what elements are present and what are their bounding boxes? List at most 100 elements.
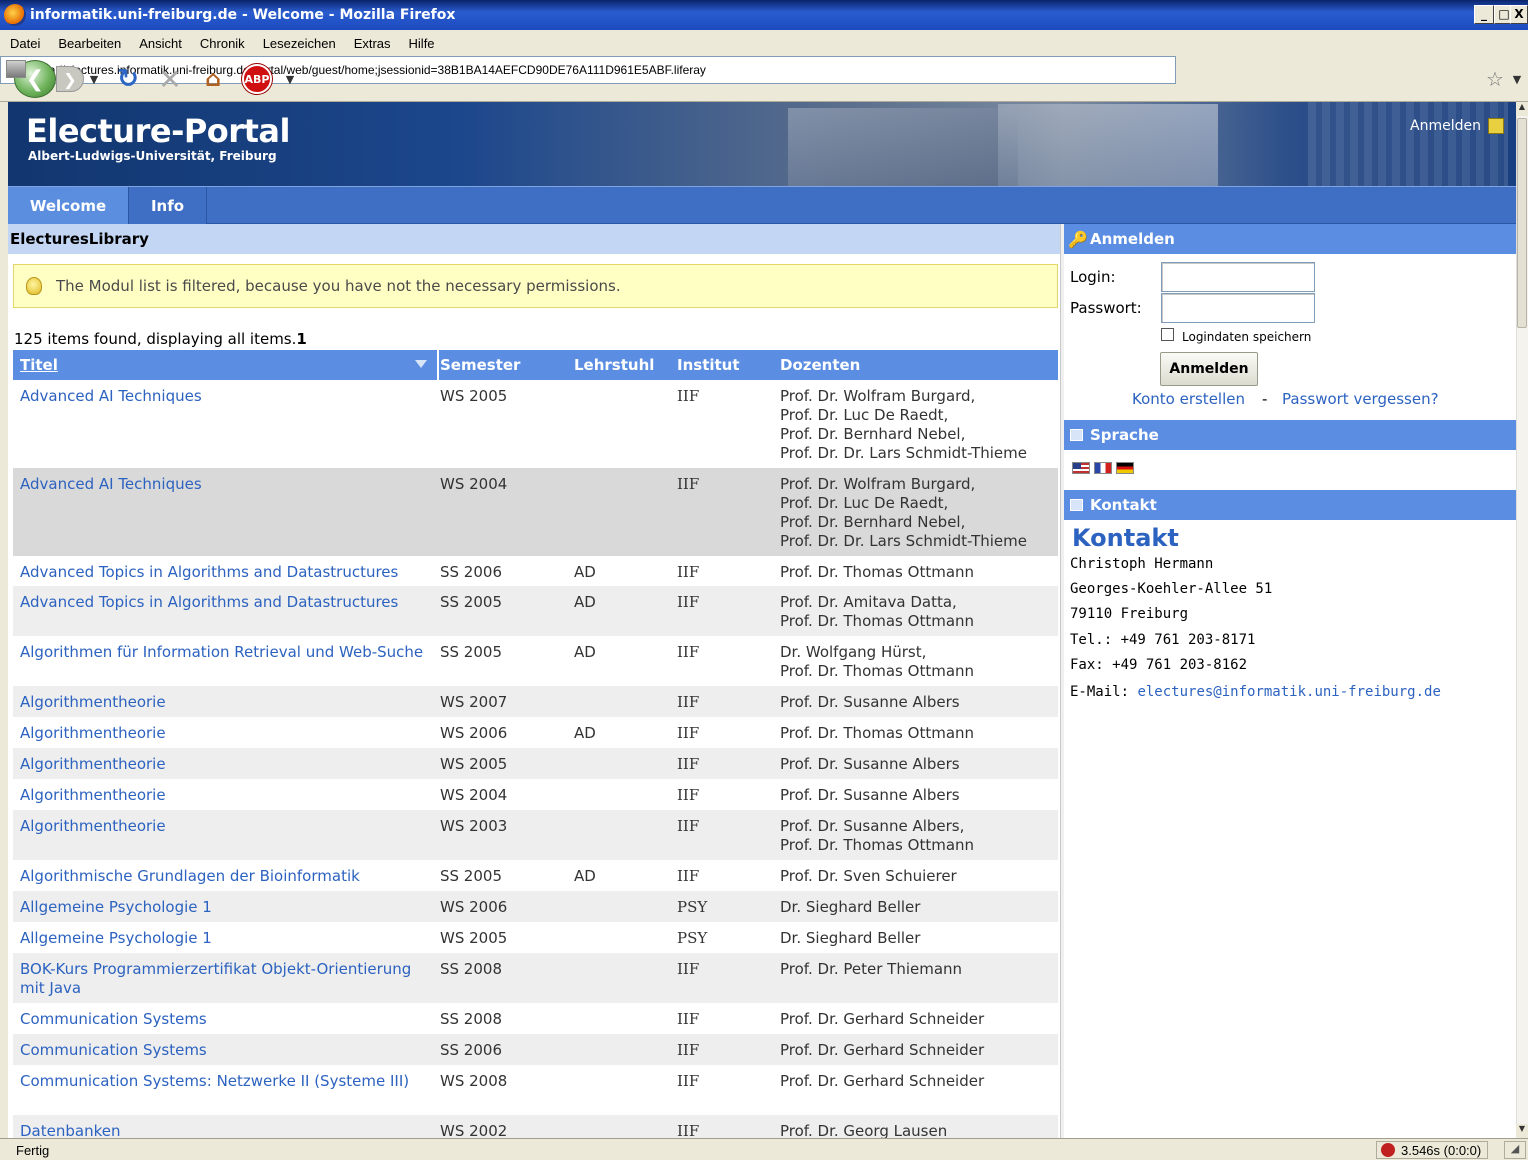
tab-info[interactable]: Info — [129, 187, 207, 224]
menu-ansicht[interactable]: Ansicht — [139, 36, 182, 51]
language-portlet-title: Sprache — [1090, 426, 1159, 444]
column-header-titel[interactable]: Titel — [20, 350, 58, 380]
lecture-title-link[interactable]: Algorithmische Grundlagen der Bioinforma… — [20, 867, 432, 886]
table-row: Communication Systems SS 2006 IIF Prof. Dr.… — [13, 1034, 1058, 1065]
reload-icon: ↻ — [117, 64, 139, 94]
sort-descending-icon[interactable] — [415, 360, 427, 368]
menu-bearbeiten[interactable]: Bearbeiten — [58, 36, 121, 51]
institut-cell: IIF — [677, 867, 700, 885]
tab-welcome[interactable]: Welcome — [8, 187, 129, 224]
menu-hilfe[interactable]: Hilfe — [409, 36, 435, 51]
institut-cell: IIF — [677, 693, 700, 711]
lectures-library-portlet: ElecturesLibrary The Modul list is filte… — [8, 224, 1060, 1138]
minimize-button[interactable]: _ — [1474, 5, 1494, 24]
lecture-title-link[interactable]: Algorithmentheorie — [20, 755, 432, 774]
flag-english-icon[interactable] — [1072, 462, 1090, 474]
lecture-title-link[interactable]: Algorithmentheorie — [20, 786, 432, 805]
login-label: Login: — [1070, 268, 1116, 286]
menu-datei[interactable]: Datei — [10, 36, 40, 51]
institut-cell: PSY — [677, 898, 708, 916]
institut-cell: IIF — [677, 817, 700, 835]
semester-cell: WS 2008 — [440, 1072, 508, 1090]
adblock-button[interactable]: ABP — [242, 64, 272, 94]
menu-lesezeichen[interactable]: Lesezeichen — [263, 36, 336, 51]
login-portlet-header: 🔑 Anmelden — [1064, 224, 1516, 254]
lecture-title-link[interactable]: Communication Systems: Netzwerke II (Sys… — [20, 1072, 432, 1091]
lecture-title-link[interactable]: Algorithmen für Information Retrieval un… — [20, 643, 432, 662]
dozenten-cell: Prof. Dr. Peter Thiemann — [780, 960, 963, 978]
scroll-up-arrow-icon[interactable]: ▲ — [1516, 102, 1528, 116]
banner-login-link[interactable]: Anmelden — [1410, 118, 1481, 134]
resize-grip-icon[interactable]: ◢ — [1504, 1141, 1526, 1159]
dozenten-cell: Prof. Dr. Thomas Ottmann — [780, 563, 975, 581]
column-header-semester: Semester — [440, 356, 521, 374]
lecture-title-link[interactable]: Advanced AI Techniques — [20, 387, 432, 406]
dozenten-cell: Dr. Sieghard Beller — [780, 898, 921, 916]
login-portlet-title: Anmelden — [1090, 230, 1175, 248]
lecture-title-link[interactable]: Communication Systems — [20, 1010, 432, 1029]
password-input[interactable] — [1161, 293, 1315, 323]
reload-button[interactable]: ↻ — [114, 64, 142, 94]
permission-info-box: The Modul list is filtered, because you … — [13, 264, 1058, 308]
banner-photo-part — [1308, 102, 1508, 186]
forward-button[interactable]: ❯ — [56, 66, 84, 92]
create-account-link[interactable]: Konto erstellen — [1132, 390, 1245, 408]
semester-cell: WS 2005 — [440, 929, 508, 947]
history-dropdown[interactable]: ▼ — [86, 66, 102, 92]
lecture-title-link[interactable]: Advanced Topics in Algorithms and Datast… — [20, 593, 432, 612]
scrollbar-thumb[interactable] — [1517, 118, 1527, 328]
table-row: Algorithmentheorie WS 2005 IIF Prof. Dr. Su… — [13, 748, 1058, 779]
url-dropdown[interactable]: ▼ — [1510, 66, 1524, 92]
flag-french-icon[interactable] — [1094, 462, 1112, 474]
forgot-password-link[interactable]: Passwort vergessen? — [1282, 390, 1439, 408]
lecture-title-link[interactable]: Allgemeine Psychologie 1 — [20, 929, 432, 948]
menu-extras[interactable]: Extras — [354, 36, 391, 51]
lecture-title-link[interactable]: Datenbanken — [20, 1122, 432, 1138]
lecture-title-link[interactable]: Communication Systems — [20, 1041, 432, 1060]
semester-cell: SS 2006 — [440, 563, 502, 581]
login-button[interactable]: Anmelden — [1160, 352, 1258, 386]
table-row: Communication Systems SS 2008 IIF Prof. Dr.… — [13, 1003, 1058, 1034]
banner-photo-part — [788, 108, 1018, 186]
institut-cell: IIF — [677, 1072, 700, 1090]
lehrstuhl-cell: AD — [574, 867, 596, 885]
login-input[interactable] — [1161, 262, 1315, 292]
column-divider — [437, 350, 439, 380]
lecture-title-link[interactable]: Algorithmentheorie — [20, 693, 432, 712]
page-number[interactable]: 1 — [296, 330, 306, 348]
menu-chronik[interactable]: Chronik — [200, 36, 245, 51]
remember-login-checkbox[interactable] — [1161, 328, 1174, 341]
flag-german-icon[interactable] — [1116, 462, 1134, 474]
dozenten-cell: Prof. Dr. Wolfram Burgard, Prof. Dr. Luc… — [780, 475, 1027, 550]
table-row: Advanced Topics in Algorithms and Datast… — [13, 586, 1058, 636]
lecture-title-link[interactable]: Advanced AI Techniques — [20, 475, 432, 494]
lectures-table-body: Advanced AI Techniques WS 2005 IIF Prof. Dr… — [13, 380, 1058, 1138]
semester-cell: WS 2002 — [440, 1122, 508, 1138]
dozenten-cell: Prof. Dr. Susanne Albers — [780, 786, 960, 804]
language-portlet-header: Sprache — [1064, 420, 1516, 450]
portlet-icon — [1070, 429, 1083, 441]
lecture-title-link[interactable]: BOK-Kurs Programmierzertifikat Objekt-Or… — [20, 960, 432, 998]
adblock-dropdown[interactable]: ▼ — [282, 66, 298, 92]
lecture-title-link[interactable]: Algorithmentheorie — [20, 724, 432, 743]
contact-portlet-title: Kontakt — [1090, 496, 1157, 514]
institut-cell: IIF — [677, 475, 700, 493]
semester-cell: WS 2005 — [440, 387, 508, 405]
close-button[interactable]: X — [1510, 5, 1528, 24]
dozenten-cell: Prof. Dr. Gerhard Schneider — [780, 1072, 985, 1090]
lecture-title-link[interactable]: Algorithmentheorie — [20, 817, 432, 836]
institut-cell: IIF — [677, 643, 700, 661]
email-link[interactable]: electures@informatik.uni-freiburg.de — [1137, 684, 1440, 700]
portlet-icon — [1070, 499, 1083, 511]
bookmark-star-icon[interactable]: ☆ — [1484, 66, 1506, 92]
lecture-title-link[interactable]: Advanced Topics in Algorithms and Datast… — [20, 563, 432, 582]
lecture-title-link[interactable]: Allgemeine Psychologie 1 — [20, 898, 432, 917]
stop-button[interactable]: ✕ — [156, 63, 184, 96]
home-button[interactable]: ⌂ — [198, 64, 228, 94]
login-icon[interactable] — [1488, 118, 1504, 134]
semester-cell: WS 2003 — [440, 817, 508, 835]
scroll-down-arrow-icon[interactable]: ▼ — [1516, 1124, 1528, 1138]
home-icon: ⌂ — [205, 66, 221, 92]
table-row: Advanced AI Techniques WS 2005 IIF Prof. Dr… — [13, 380, 1058, 468]
dozenten-cell: Prof. Dr. Susanne Albers — [780, 755, 960, 773]
